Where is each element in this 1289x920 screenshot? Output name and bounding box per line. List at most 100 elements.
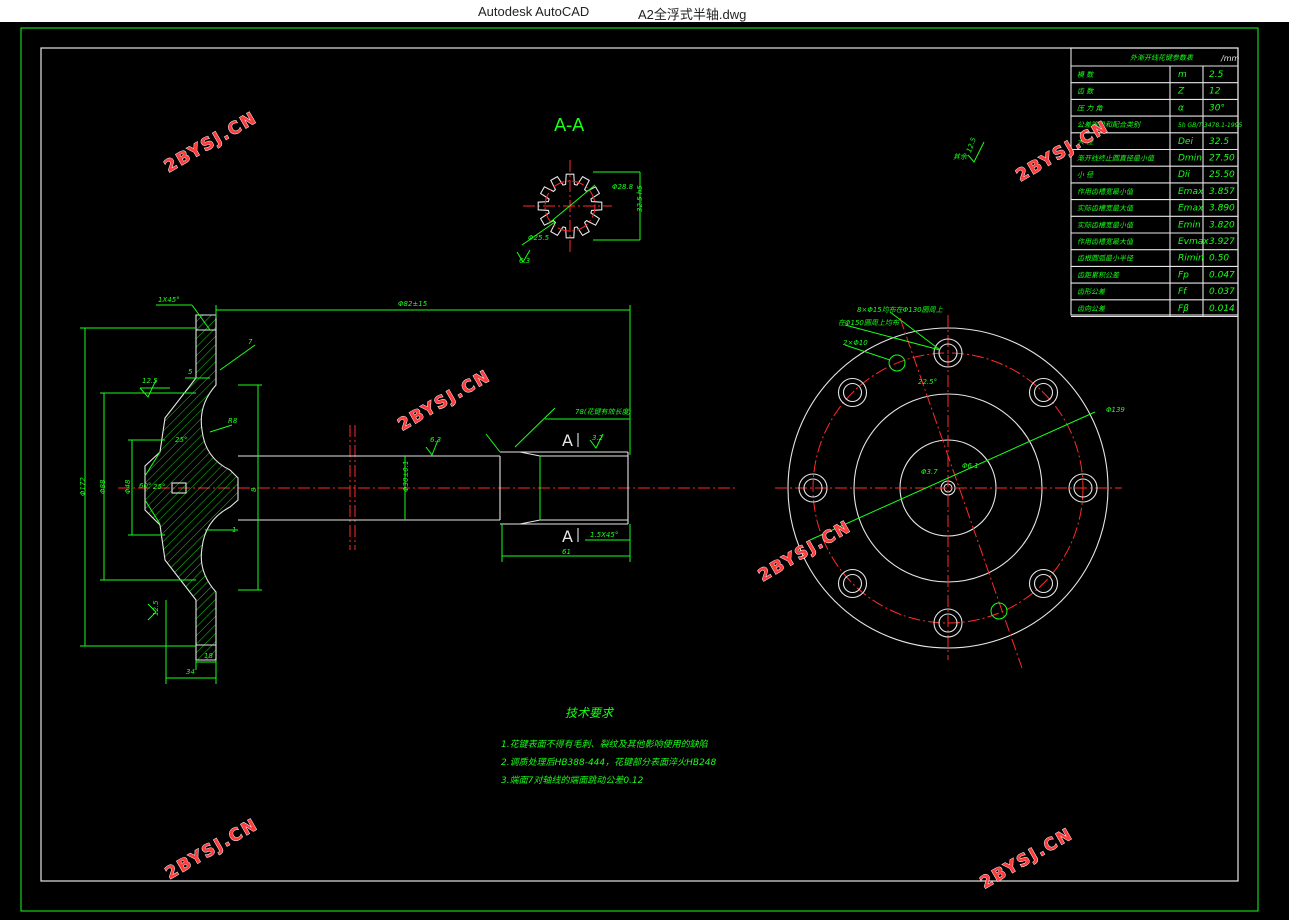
table-row-name: 齿 数 — [1077, 88, 1094, 96]
table-row-value: 30° — [1209, 103, 1225, 113]
table-row-value: 2.5 — [1209, 70, 1224, 80]
table-row-symbol: 5h GB/T 3478.1-1995 — [1178, 122, 1242, 129]
dim-cone-angle: 60° — [139, 482, 151, 490]
table-row-symbol: Dmin — [1178, 154, 1202, 164]
table-row-value: 25.50 — [1209, 170, 1235, 180]
sec-d2: Φ25.5 — [528, 234, 550, 242]
table-row-value: 27.50 — [1209, 154, 1235, 164]
dim-angle-22: 22.5° — [918, 378, 937, 386]
table-row-symbol: m — [1178, 70, 1187, 80]
table-row-name: 齿形公差 — [1077, 288, 1106, 296]
table-row-name: 齿向公差 — [1077, 305, 1106, 313]
table-row-name: 作用齿槽宽最大值 — [1077, 238, 1134, 246]
dim-chamfer: 1.5X45° — [590, 531, 618, 539]
table-row-value: 0.037 — [1209, 287, 1235, 297]
bolt-hole — [837, 568, 868, 599]
roughness-other-value: 12.5 — [965, 136, 978, 154]
dim-fillet: R8 — [228, 417, 238, 425]
sec-d1: Φ28.8 — [612, 183, 634, 191]
watermark-1: 2BYSJ.CN — [161, 108, 261, 177]
notes-title: 技术要求 — [565, 706, 615, 720]
table-row-symbol: Fp — [1178, 270, 1189, 280]
file-title: A2全浮式半轴.dwg — [638, 7, 747, 22]
table-row-symbol: Emin — [1178, 220, 1201, 230]
table-row-name: 齿距累积公差 — [1077, 271, 1120, 279]
table-row-value: 3.890 — [1209, 204, 1235, 214]
spline-table-title: 外渐开线花键参数表 — [1130, 54, 1194, 62]
watermark-6: 2BYSJ.CN — [977, 824, 1077, 893]
section-mark-a-top: A — [562, 431, 573, 450]
dim-flange-d: Φ172 — [79, 477, 87, 496]
section-aa: A-A Φ28.8 Φ25.5 32.5 h5 6.3 — [516, 115, 644, 265]
table-row-name: 实际齿槽宽最小值 — [1077, 221, 1134, 229]
rough-32: 3.2 — [592, 434, 604, 442]
dim-shaft-r: 8 — [250, 487, 258, 492]
window-titlebar: Autodesk AutoCAD A2全浮式半轴.dwg — [0, 0, 1289, 22]
roughness-other-label: 其余 — [953, 153, 968, 161]
rough-63b: 6.3 — [430, 436, 441, 444]
table-row-symbol: Z — [1177, 87, 1185, 97]
watermark-5: 2BYSJ.CN — [162, 815, 262, 884]
shaft-front-view: Φ82±15 78(花键有效长度) 61 1.5X45° A A 3.2 Φ30… — [79, 296, 738, 684]
bolt-hole — [842, 573, 863, 594]
roughness-other: 其余 12.5 — [953, 136, 985, 163]
dim-bore-d: Φ48 — [124, 479, 132, 494]
dim-center-d2: Φ6.1 — [962, 462, 979, 470]
section-mark-a-bottom: A — [562, 527, 573, 546]
table-row-name: 齿根圆弧最小半径 — [1077, 255, 1134, 263]
table-row-name: 实际齿槽宽最大值 — [1077, 205, 1134, 213]
table-row-value: 3.820 — [1209, 220, 1235, 230]
table-row-value: 0.50 — [1209, 254, 1229, 264]
dim-hub-d: Φ88 — [99, 479, 107, 494]
dim-five: 5 — [188, 368, 193, 376]
table-row-symbol: α — [1178, 103, 1184, 113]
table-row-symbol: Dei — [1178, 137, 1193, 147]
rough-125: 12.5 — [142, 377, 158, 385]
drawing-svg[interactable]: 外渐开线花键参数表 /mm 模 数 m 2.5齿 数 Z 12压 力 角 α 30°公差等级… — [0, 22, 1289, 916]
tech-notes: 技术要求 1.花键表面不得有毛刺、裂纹及其他影响使用的缺陷 2.调质处理后HB3… — [501, 706, 717, 786]
table-row-name: 模 数 — [1077, 71, 1094, 79]
table-row-name: 渐开线终止圆直径最小值 — [1077, 155, 1155, 163]
drawing-canvas[interactable]: 外渐开线花键参数表 /mm 模 数 m 2.5 齿 数 Z 12 压 力 角 α 30° 公差等级… — [0, 22, 1289, 916]
dim-angle-57: 25° — [175, 436, 187, 444]
note-3: 3.端面7对轴线的端面跳动公差0.12 — [501, 775, 644, 786]
table-row-symbol: Emax — [1178, 204, 1204, 214]
dim-shaft-d: Φ30±0.1 — [402, 461, 410, 492]
dim-flange-chamfer: 1X45° — [158, 296, 180, 304]
table-row-value: 3.857 — [1209, 187, 1235, 197]
table-row-symbol: Evmax — [1178, 237, 1209, 247]
flange-side-view: 8×Φ15均布在Φ130圆周上 在Φ150圆周上均布 2×Φ10 22.5° Φ… — [775, 306, 1125, 669]
table-row-symbol: Emax — [1178, 187, 1204, 197]
rough-125b: 12.5 — [152, 600, 160, 616]
dim-seven: 7 — [248, 338, 253, 346]
section-label: A-A — [554, 115, 585, 136]
pitch-note: 在Φ150圆周上均布 — [838, 319, 900, 327]
dim-outer-d: Φ139 — [1106, 406, 1125, 414]
watermark-3: 2BYSJ.CN — [395, 366, 495, 435]
table-row-name: 作用齿槽宽最小值 — [1077, 188, 1134, 196]
table-row-value: 12 — [1209, 87, 1221, 97]
dim-shaft-length: Φ82±15 — [398, 300, 428, 308]
spline-table: 外渐开线花键参数表 /mm 模 数 m 2.5齿 数 Z 12压 力 角 α 30°公差等级… — [1070, 47, 1242, 318]
hole-note: 8×Φ15均布在Φ130圆周上 — [857, 306, 944, 314]
table-row-value: 32.5 — [1209, 137, 1229, 147]
table-row-symbol: Fβ — [1178, 304, 1189, 314]
sec-d3: 32.5 h5 — [636, 185, 644, 212]
note-2: 2.调质处理后HB388-444，花键部分表面淬火HB248 — [501, 757, 717, 768]
dim-spline-end: 61 — [562, 548, 571, 556]
sec-r63: 6.3 — [519, 257, 530, 265]
note-1: 1.花键表面不得有毛刺、裂纹及其他影响使用的缺陷 — [501, 739, 709, 750]
watermark-2: 2BYSJ.CN — [1013, 117, 1113, 186]
table-row-value: 0.047 — [1209, 270, 1235, 280]
app-title: Autodesk AutoCAD — [478, 4, 590, 19]
table-row-name: 压 力 角 — [1077, 104, 1103, 112]
table-row-value: 0.014 — [1209, 304, 1235, 314]
table-row-value: 3.927 — [1209, 237, 1235, 247]
table-row-symbol: Rimin — [1178, 254, 1204, 264]
hole-note2: 2×Φ10 — [843, 339, 868, 347]
dim-spline-length: 78(花键有效长度) — [575, 408, 632, 416]
table-row-name: 小 径 — [1077, 171, 1094, 179]
spline-table-unit: /mm — [1220, 54, 1239, 63]
dim-center-d: Φ3.7 — [921, 468, 938, 476]
dim-w-total: 34 — [186, 668, 195, 676]
